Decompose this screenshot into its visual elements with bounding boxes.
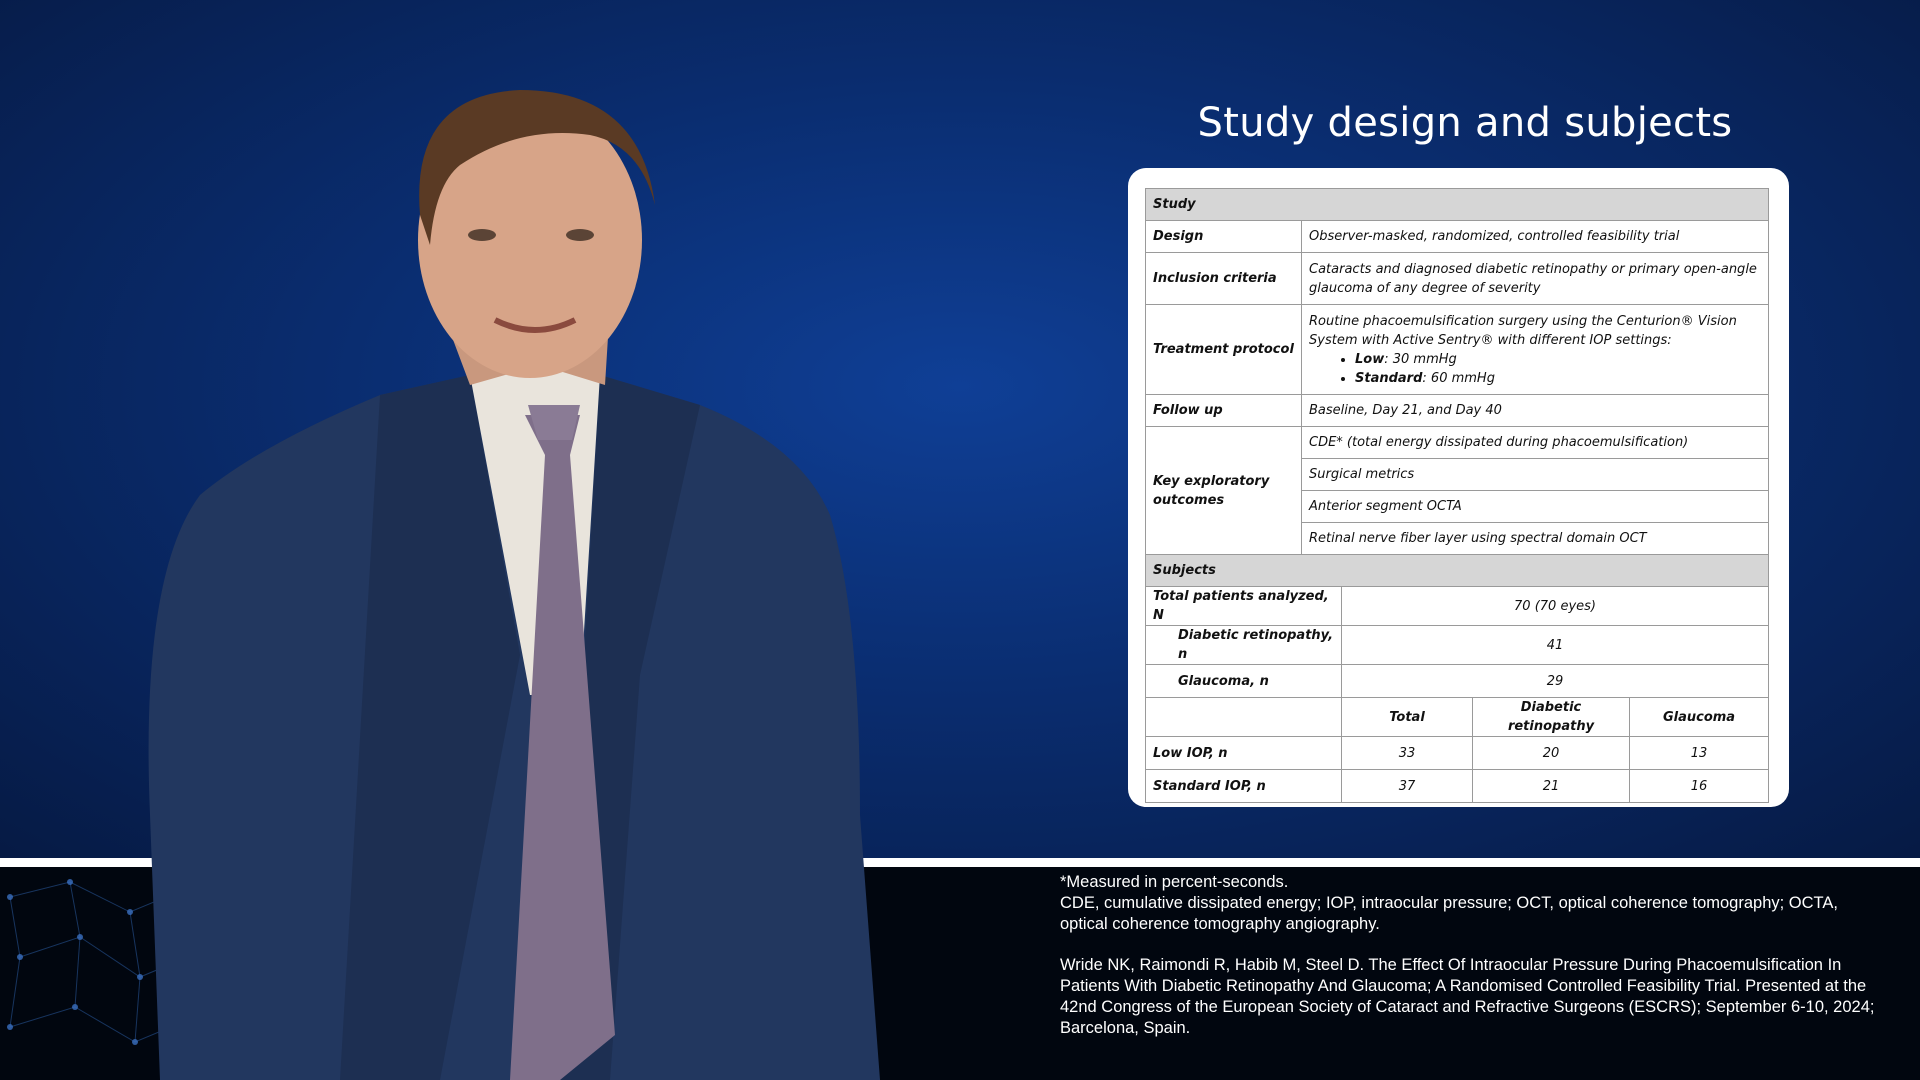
table-row: Low IOP, n 33 20 13 — [1145, 736, 1770, 770]
table-row: Total Diabetic retinopathy Glaucoma — [1145, 697, 1770, 737]
presenter-figure — [148, 90, 881, 1080]
footnotes: *Measured in percent-seconds. CDE, cumul… — [1060, 872, 1880, 1039]
diabetic-retinopathy-value: 41 — [1340, 625, 1770, 665]
treatment-label: Treatment protocol — [1145, 304, 1302, 395]
inclusion-value: Cataracts and diagnosed diabetic retinop… — [1300, 252, 1770, 305]
standard-iop-diabetic-retinopathy: 21 — [1472, 769, 1630, 803]
outcome-item: Retinal nerve fiber layer using spectral… — [1300, 522, 1770, 555]
col-header-diabetic-retinopathy: Diabetic retinopathy — [1472, 697, 1630, 737]
treatment-intro: Routine phacoemulsification surgery usin… — [1309, 313, 1737, 348]
total-patients-label: Total patients analyzed, N — [1145, 586, 1342, 626]
glaucoma-value: 29 — [1340, 664, 1770, 698]
outcomes-label: Key exploratory outcomes — [1145, 426, 1302, 555]
table-row: Standard IOP, n 37 21 16 — [1145, 769, 1770, 803]
low-iop-glaucoma: 13 — [1628, 736, 1770, 770]
treatment-value: Routine phacoemulsification surgery usin… — [1300, 304, 1770, 395]
table-row: Follow up Baseline, Day 21, and Day 40 — [1145, 394, 1770, 427]
design-label: Design — [1145, 220, 1302, 253]
footnote-abbreviations: CDE, cumulative dissipated energy; IOP, … — [1060, 894, 1838, 933]
diabetic-retinopathy-label: Diabetic retinopathy, n — [1145, 625, 1342, 665]
table-row: Glaucoma, n 29 — [1145, 664, 1770, 698]
low-iop-total: 33 — [1341, 736, 1473, 770]
iop-settings-list: Low: 30 mmHg Standard: 60 mmHg — [1309, 350, 1761, 388]
table-row: Key exploratory outcomes CDE* (total ene… — [1145, 426, 1770, 555]
study-header: Study — [1144, 188, 1770, 221]
footnote-measured: *Measured in percent-seconds. — [1060, 873, 1289, 891]
list-item: Standard: 60 mmHg — [1355, 369, 1761, 388]
followup-label: Follow up — [1145, 394, 1302, 427]
table-row: Diabetic retinopathy, n 41 — [1145, 625, 1770, 665]
design-value: Observer-masked, randomized, controlled … — [1300, 220, 1770, 253]
col-header-total: Total — [1341, 697, 1473, 737]
low-iop-label: Low IOP, n — [1145, 736, 1342, 770]
table-row: Inclusion criteria Cataracts and diagnos… — [1145, 252, 1770, 305]
outcome-item: CDE* (total energy dissipated during pha… — [1300, 426, 1770, 459]
outcome-item: Anterior segment OCTA — [1300, 490, 1770, 523]
empty-cell — [1145, 697, 1342, 737]
table-row: Study — [1144, 188, 1770, 221]
footnote-reference: Wride NK, Raimondi R, Habib M, Steel D. … — [1060, 956, 1875, 1037]
table-row: Design Observer-masked, randomized, cont… — [1145, 220, 1770, 253]
low-iop-diabetic-retinopathy: 20 — [1472, 736, 1630, 770]
glaucoma-label: Glaucoma, n — [1145, 664, 1342, 698]
study-design-table: Study Design Observer-masked, randomized… — [1144, 188, 1770, 803]
standard-iop-glaucoma: 16 — [1628, 769, 1770, 803]
total-patients-value: 70 (70 eyes) — [1340, 586, 1770, 626]
table-row: Subjects — [1144, 554, 1770, 587]
col-header-glaucoma: Glaucoma — [1628, 697, 1770, 737]
table-row: Total patients analyzed, N 70 (70 eyes) — [1145, 586, 1770, 626]
list-item: Low: 30 mmHg — [1355, 350, 1761, 369]
table-row: Treatment protocol Routine phacoemulsifi… — [1145, 304, 1770, 395]
slide-title: Study design and subjects — [1197, 100, 1733, 146]
standard-iop-total: 37 — [1341, 769, 1473, 803]
subjects-header: Subjects — [1144, 554, 1770, 587]
inclusion-label: Inclusion criteria — [1145, 252, 1302, 305]
followup-value: Baseline, Day 21, and Day 40 — [1300, 394, 1770, 427]
outcome-item: Surgical metrics — [1300, 458, 1770, 491]
study-table-card: Study Design Observer-masked, randomized… — [1128, 168, 1789, 807]
standard-iop-label: Standard IOP, n — [1145, 769, 1342, 803]
